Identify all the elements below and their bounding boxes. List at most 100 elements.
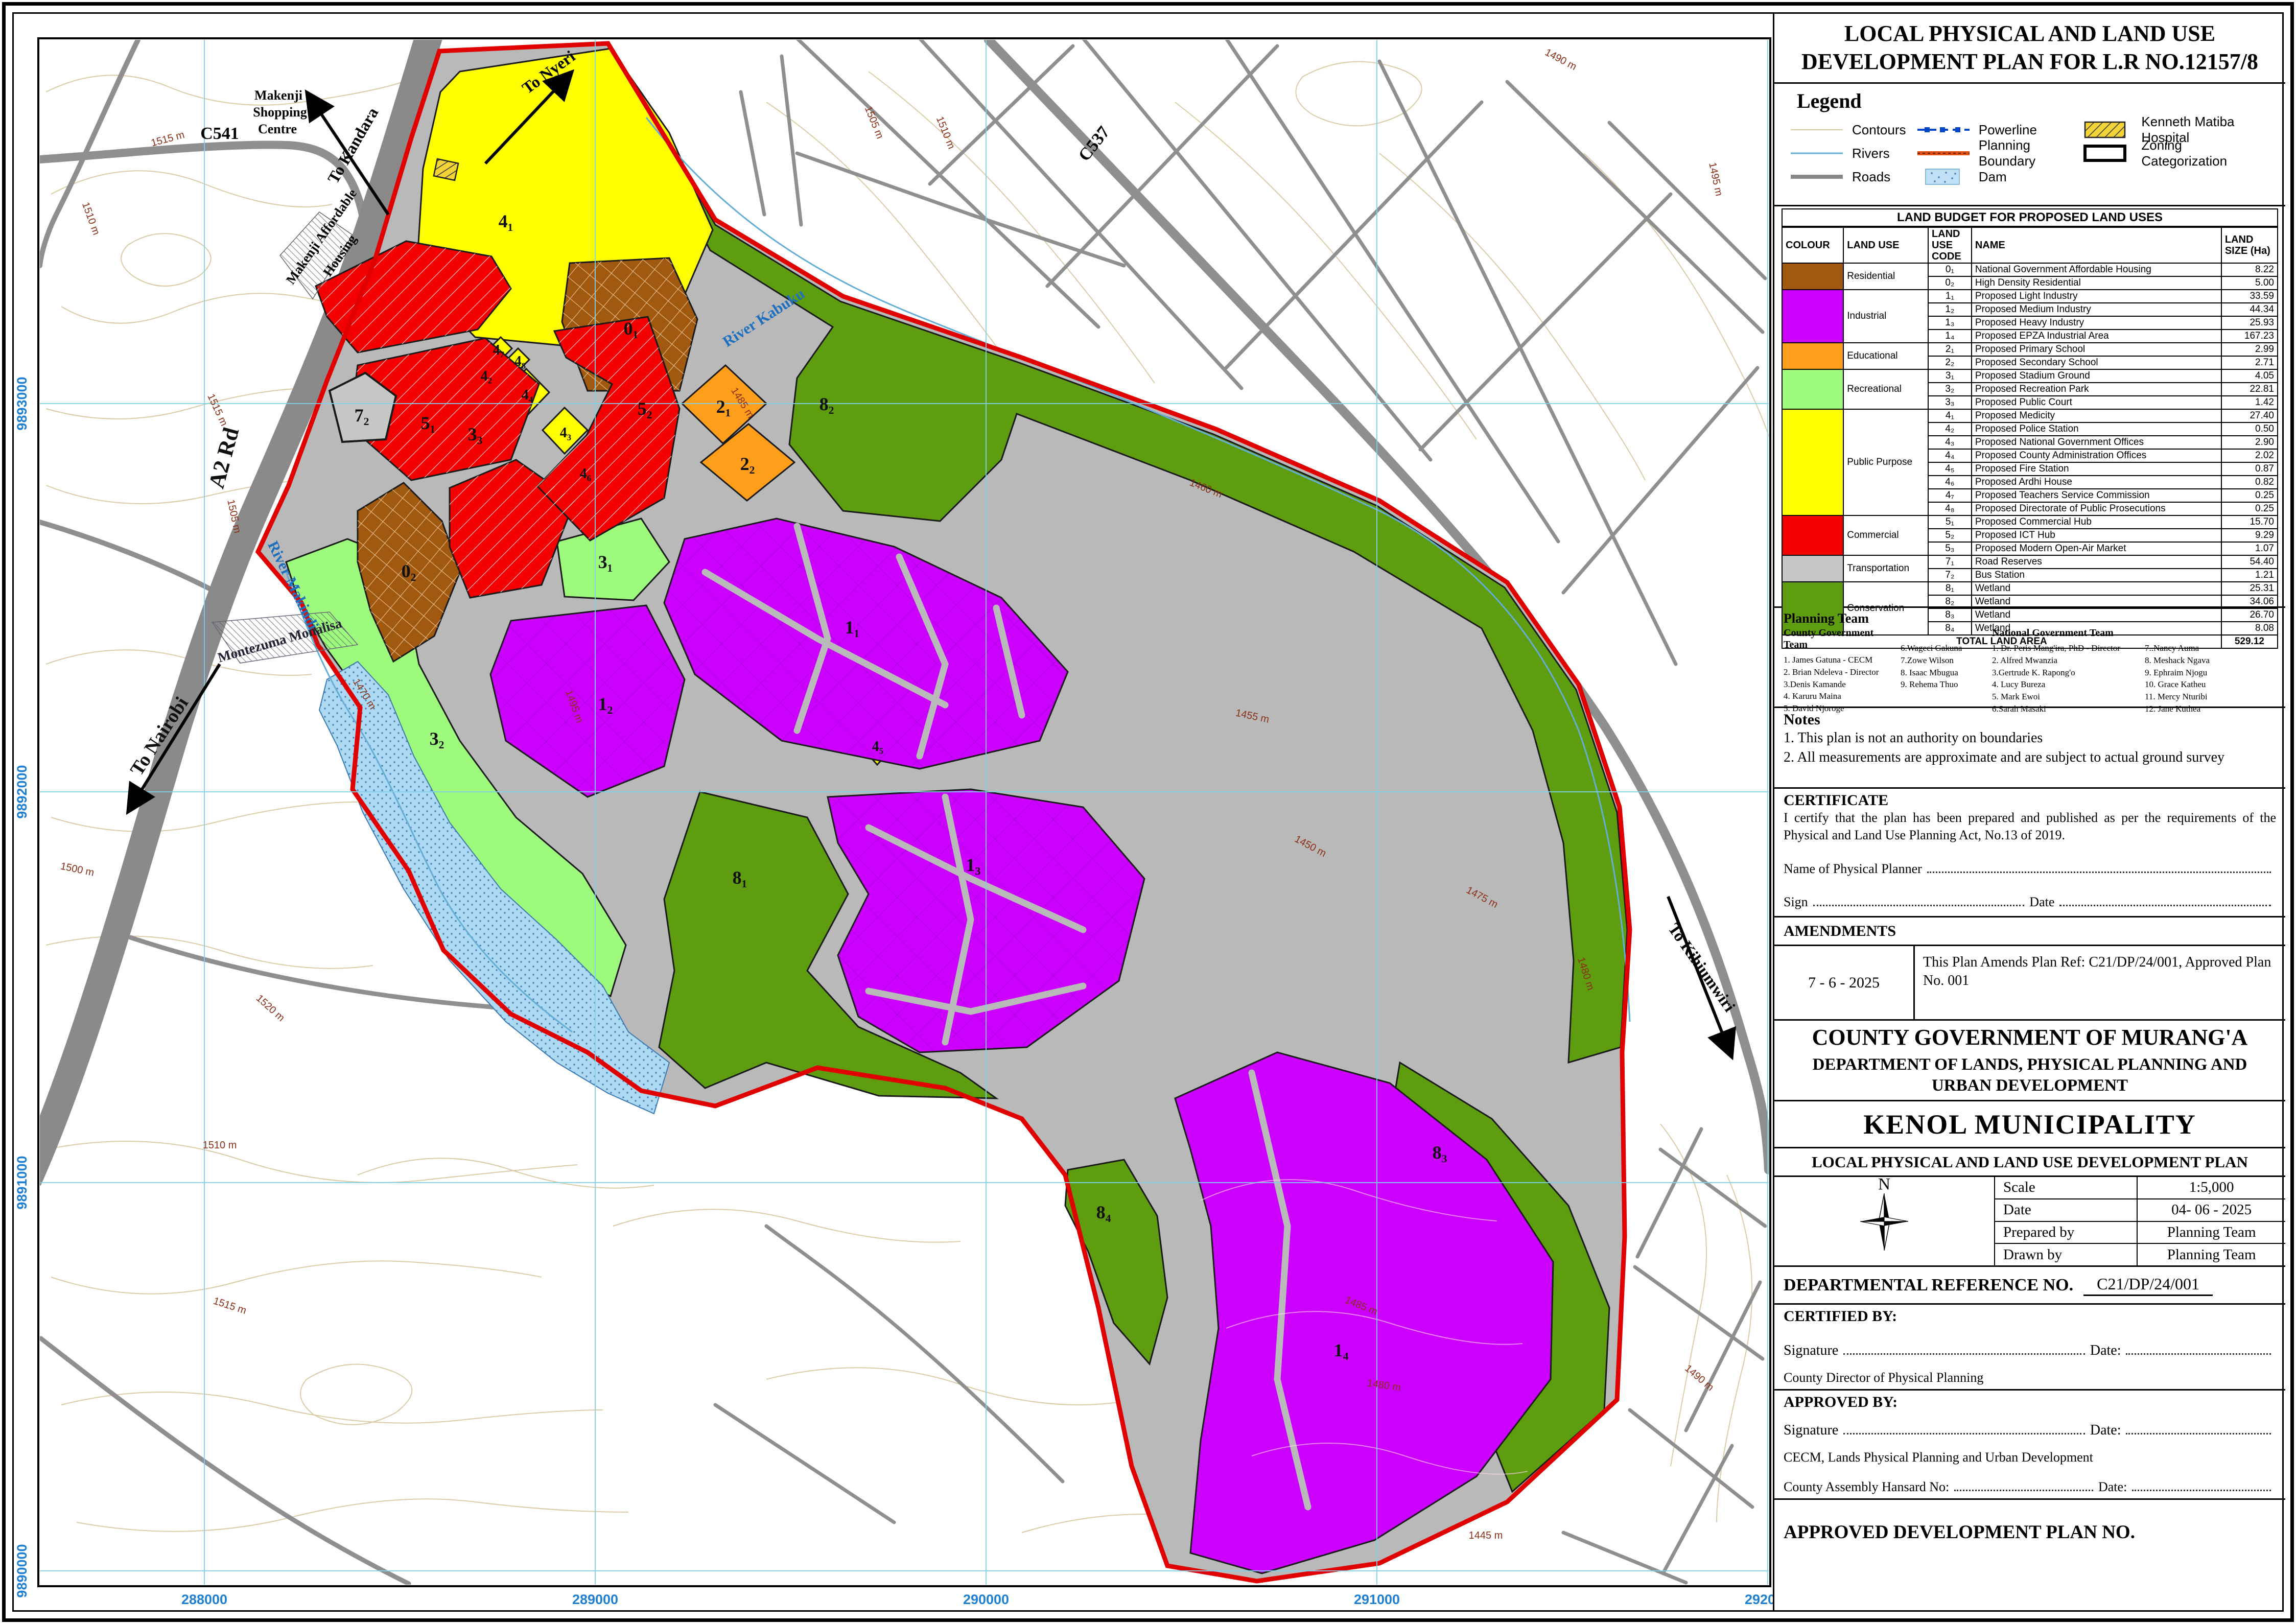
powerline-icon xyxy=(1915,126,1972,134)
legend-item-zoning: Zoning Categorization xyxy=(2078,142,2271,165)
budget-name-cell: Proposed Heavy Industry xyxy=(1972,316,2221,329)
roads-line-icon xyxy=(1789,174,1845,180)
planner-name-field[interactable] xyxy=(1927,857,2271,874)
amendment-text: This Plan Amends Plan Ref: C21/DP/24/001… xyxy=(1915,946,2285,1019)
budget-size-cell: 22.81 xyxy=(2221,383,2278,396)
hansard-date-label: Date: xyxy=(2098,1479,2127,1495)
national-team-col2: 7..Nancy Auma8. Meshack Ngava9. Ephraim … xyxy=(2145,642,2247,715)
budget-code-cell: 5₁ xyxy=(1928,515,1972,529)
budget-code-cell: 4₂ xyxy=(1928,422,1972,436)
budget-size-cell: 0.50 xyxy=(2221,422,2278,436)
budget-name-cell: Proposed Stadium Ground xyxy=(1972,369,2221,383)
budget-row: Transportation7₁Road Reserves54.40 xyxy=(1782,555,2278,569)
certificate-section: CERTIFICATE I certify that the plan has … xyxy=(1774,789,2285,917)
budget-size-cell: 0.25 xyxy=(2221,489,2278,502)
budget-row: Residential0₁National Government Afforda… xyxy=(1782,263,2278,276)
budget-name-cell: Wetland xyxy=(1972,595,2221,608)
budget-size-cell: 1.42 xyxy=(2221,396,2278,409)
budget-size-cell: 2.71 xyxy=(2221,356,2278,369)
zone-label-3-3: 3₃ xyxy=(468,424,483,444)
scale-row: Scale 1:5,000 xyxy=(1995,1177,2285,1199)
team-member: 8. Isaac Mbugua xyxy=(1901,667,1985,679)
zoning-swatch-icon xyxy=(2078,144,2134,162)
date-label: Date xyxy=(2029,895,2054,910)
budget-code-cell: 1₂ xyxy=(1928,303,1972,316)
date-key: Date xyxy=(1995,1199,2138,1221)
zone-label-4-4: 4₄ xyxy=(522,387,533,403)
budget-colour-swatch xyxy=(1782,409,1843,515)
budget-row: Public Purpose4₁Proposed Medicity27.40 xyxy=(1782,409,2278,422)
legend-label: Powerline xyxy=(1979,122,2037,138)
date-field[interactable] xyxy=(2059,890,2271,906)
budget-name-cell: Proposed Light Industry xyxy=(1972,290,2221,303)
easting-label: 289000 xyxy=(572,1592,618,1607)
zone-label-4-8: 4₈ xyxy=(514,354,526,369)
budget-row: Recreational3₁Proposed Stadium Ground4.0… xyxy=(1782,369,2278,383)
budget-size-cell: 2.02 xyxy=(2221,449,2278,462)
approved-signature-label: Signature xyxy=(1784,1422,1838,1439)
budget-landuse-cell: Commercial xyxy=(1843,515,1928,555)
budget-landuse-cell: Recreational xyxy=(1843,369,1928,409)
zone-label-2-1: 2₁ xyxy=(716,396,731,417)
budget-code-cell: 1₄ xyxy=(1928,329,1972,343)
budget-code-cell: 7₁ xyxy=(1928,555,1972,569)
approved-date-label: Date: xyxy=(2090,1422,2121,1439)
zone-label-8-2: 8₂ xyxy=(819,394,834,414)
certified-signature-field[interactable] xyxy=(1843,1337,2085,1355)
budget-code-cell: 4₅ xyxy=(1928,462,1972,476)
budget-size-cell: 9.29 xyxy=(2221,529,2278,542)
certified-by-heading: CERTIFIED BY: xyxy=(1784,1308,2276,1325)
legend-item-planning-boundary: Planning Boundary xyxy=(1915,142,2078,165)
zone-label-0-1: 0₁ xyxy=(624,318,639,339)
budget-colour-swatch xyxy=(1782,555,1843,582)
budget-landuse-cell: Industrial xyxy=(1843,290,1928,343)
budget-code-cell: 4₁ xyxy=(1928,409,1972,422)
budget-size-cell: 44.34 xyxy=(2221,303,2278,316)
amendment-date: 7 - 6 - 2025 xyxy=(1774,946,1915,1019)
notes-section: Notes 1. This plan is not an authority o… xyxy=(1774,708,2285,789)
zone-label-1-3: 1₃ xyxy=(966,855,981,875)
team-member: 7..Nancy Auma xyxy=(2145,642,2247,654)
budget-code-cell: 3₃ xyxy=(1928,396,1972,409)
team-member: 1. Dr. Peris Mang'ira, PhD - Director xyxy=(1992,642,2138,654)
budget-size-cell: 8.22 xyxy=(2221,263,2278,276)
team-member: 9. Rehema Thuo xyxy=(1901,678,1985,691)
scale-key: Scale xyxy=(1995,1177,2138,1198)
budget-name-cell: National Government Affordable Housing xyxy=(1972,263,2221,276)
zone-label-1-1: 1₁ xyxy=(845,617,860,638)
authority-section: COUNTY GOVERNMENT OF MURANG'A DEPARTMENT… xyxy=(1774,1021,2285,1101)
certificate-body: I certify that the plan has been prepare… xyxy=(1784,809,2276,844)
rivers-line-icon xyxy=(1789,151,1845,156)
budget-name-cell: Proposed Medium Industry xyxy=(1972,303,2221,316)
sign-field[interactable] xyxy=(1813,890,2025,906)
reference-label: DEPARTMENTAL REFERENCE NO. xyxy=(1784,1276,2073,1295)
dam-swatch-icon xyxy=(1915,168,1972,185)
approved-by-heading: APPROVED BY: xyxy=(1784,1394,2276,1411)
budget-size-cell: 25.31 xyxy=(2221,582,2278,595)
team-member: 7.Zowe Wilson xyxy=(1901,654,1985,667)
approved-date-field[interactable] xyxy=(2126,1417,2271,1434)
budget-landuse-cell: Public Purpose xyxy=(1843,409,1928,515)
budget-code-cell: 3₁ xyxy=(1928,369,1972,383)
hospital-swatch-icon xyxy=(2078,121,2134,139)
legend-label: Planning Boundary xyxy=(1979,137,2078,169)
team-member: 6.Wageci Gakuna xyxy=(1901,642,1985,654)
budget-code-cell: 4₃ xyxy=(1928,436,1972,449)
hansard-date-field[interactable] xyxy=(2132,1475,2271,1492)
easting-label: 288000 xyxy=(181,1592,227,1607)
budget-name-cell: Proposed ICT Hub xyxy=(1972,529,2221,542)
planner-name-label: Name of Physical Planner xyxy=(1784,861,1922,877)
budget-code-cell: 0₁ xyxy=(1928,263,1972,276)
certified-date-label: Date: xyxy=(2090,1343,2121,1359)
budget-name-cell: Proposed Teachers Service Commission xyxy=(1972,489,2221,502)
zone-label-2-2: 2₂ xyxy=(740,454,755,474)
budget-code-cell: 1₃ xyxy=(1928,316,1972,329)
legend-item-rivers: Rivers xyxy=(1789,142,1915,165)
certified-date-field[interactable] xyxy=(2126,1337,2271,1355)
approved-signature-field[interactable] xyxy=(1843,1417,2085,1434)
budget-size-cell: 4.05 xyxy=(2221,369,2278,383)
budget-code-cell: 5₃ xyxy=(1928,542,1972,555)
hansard-no-field[interactable] xyxy=(1954,1475,2093,1492)
zone-label-5-2: 5₂ xyxy=(638,398,652,419)
budget-size-cell: 2.99 xyxy=(2221,343,2278,356)
